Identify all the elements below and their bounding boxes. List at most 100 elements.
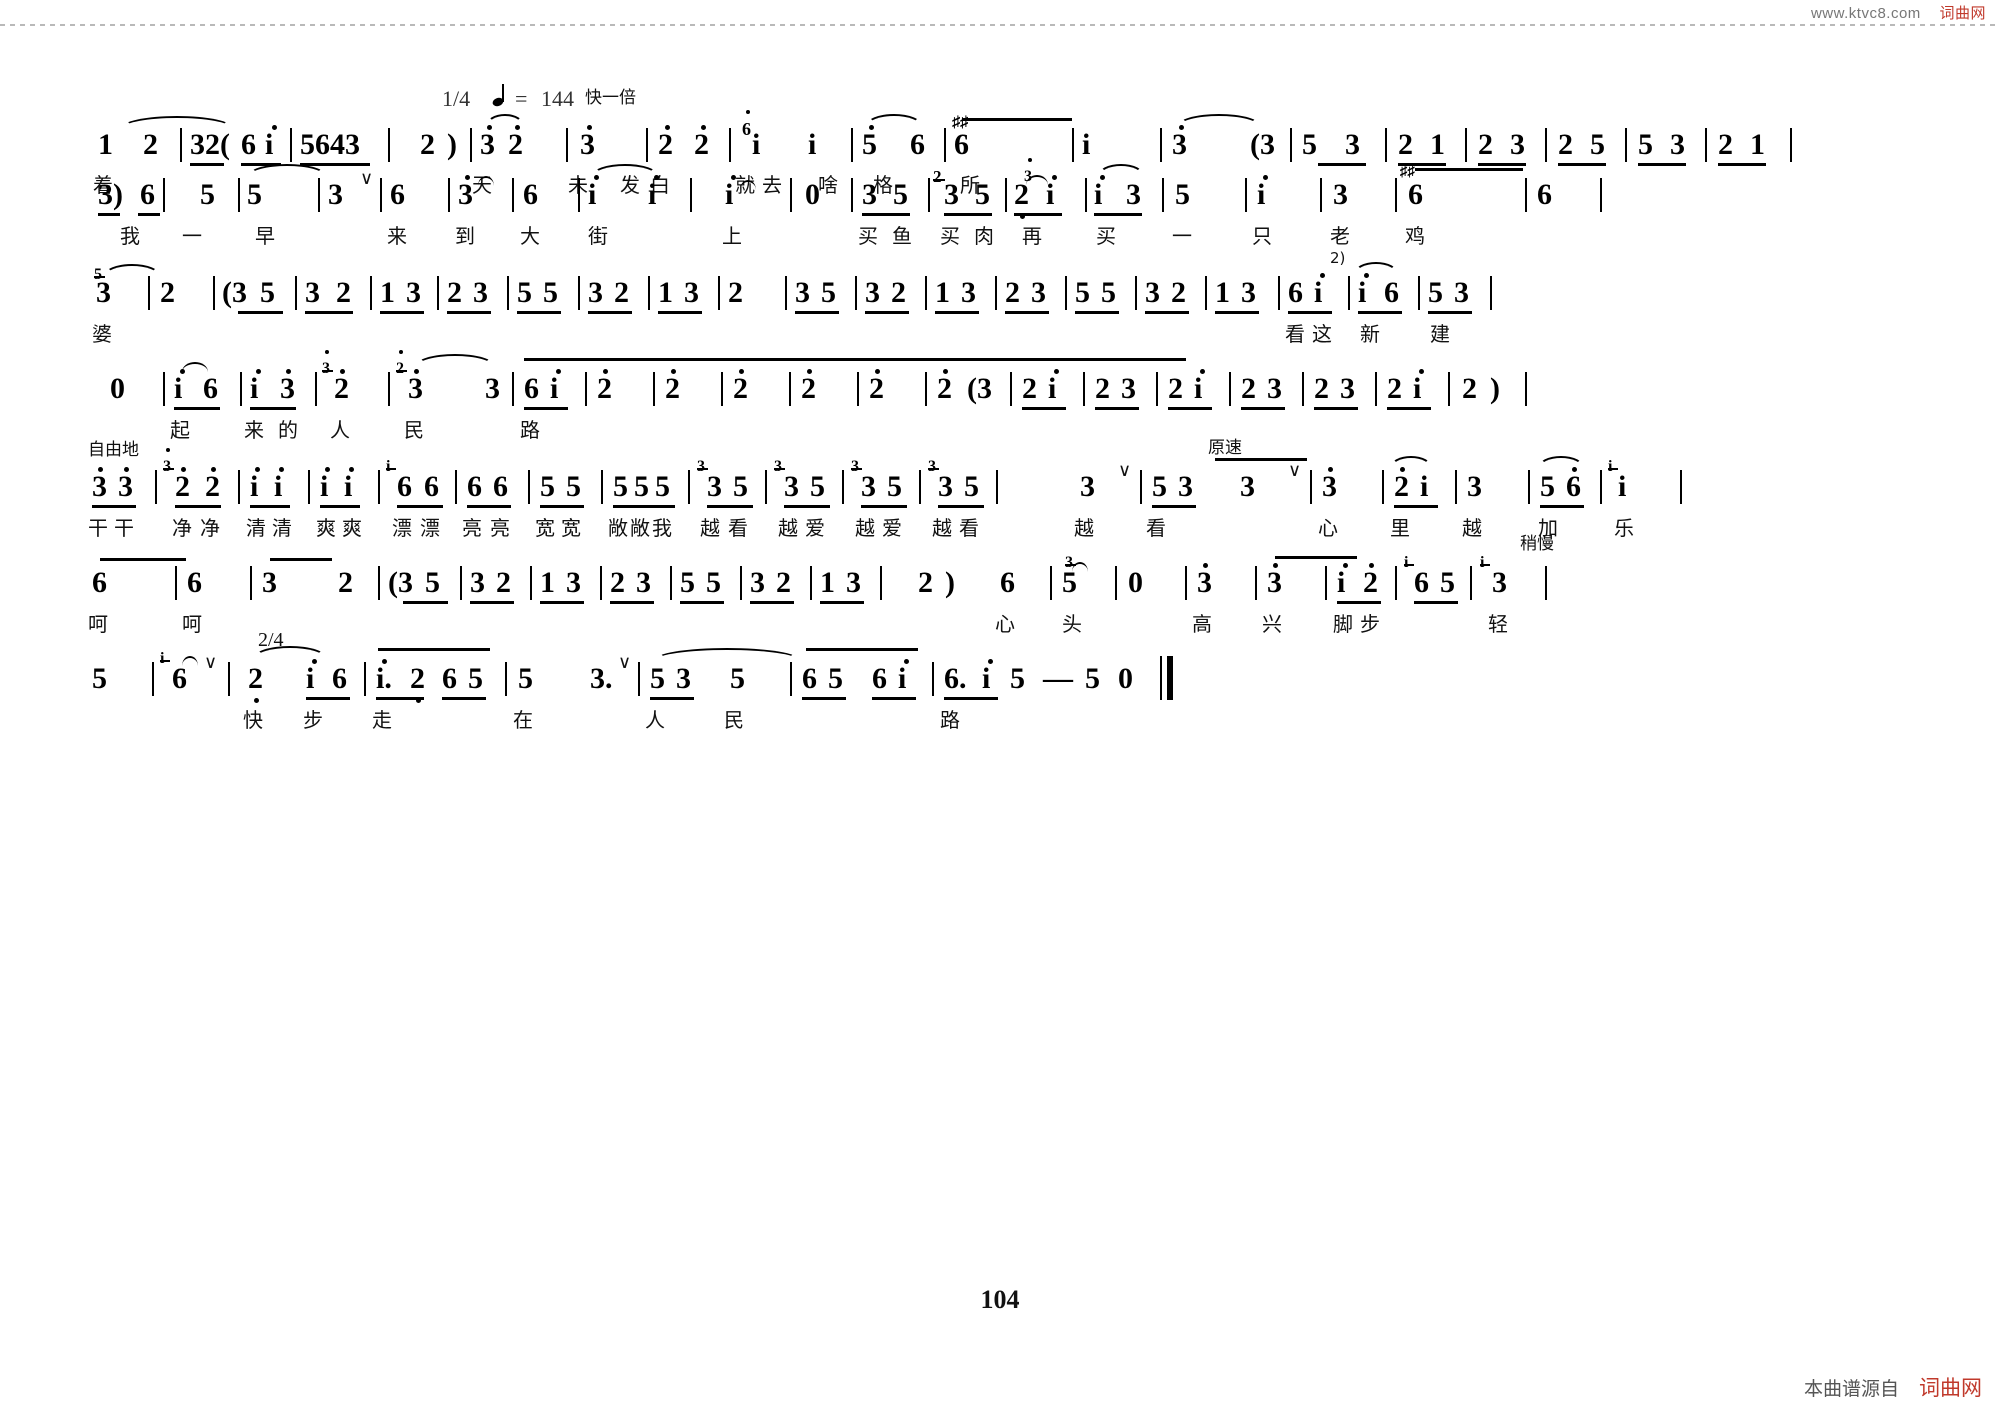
barline: [1490, 276, 1492, 310]
note: 5: [1175, 178, 1190, 211]
barline: [1528, 470, 1530, 504]
note: 2: [205, 470, 220, 503]
barline: [1115, 566, 1117, 600]
octave-dot-up: [279, 467, 284, 472]
octave-dot-up: [340, 369, 345, 374]
barline: [932, 662, 934, 696]
note: 3: [588, 276, 603, 309]
note: 3: [938, 470, 953, 503]
note: 5: [730, 662, 745, 695]
beam-underline: [540, 505, 584, 508]
note: 5: [566, 470, 581, 503]
note: i: [250, 470, 259, 503]
grace-note: i: [1404, 554, 1409, 571]
barline: [995, 276, 997, 310]
note: i: [898, 662, 907, 695]
note: 3: [865, 276, 880, 309]
note: 2: [776, 566, 791, 599]
horizontal-beam: [1275, 556, 1357, 559]
tie: [655, 648, 799, 662]
barline: [740, 566, 742, 600]
barline: [455, 470, 457, 504]
note: 1: [935, 276, 950, 309]
beam-underline: [1152, 505, 1196, 508]
note: 3: [1121, 372, 1136, 405]
note: 5: [1428, 276, 1443, 309]
tie: [416, 354, 494, 368]
beam-underline: [1168, 407, 1212, 410]
barline: [1348, 276, 1350, 310]
beam-underline: [820, 601, 864, 604]
barline: [1310, 470, 1312, 504]
note: 3: [1267, 372, 1282, 405]
octave-dot-up: [1203, 563, 1208, 568]
note: 2: [248, 662, 263, 695]
beam-underline: [938, 505, 984, 508]
note: (3: [222, 276, 247, 309]
octave-dot-up: [1320, 273, 1325, 278]
note: 3: [795, 276, 810, 309]
note: 6: [1384, 276, 1399, 309]
grace-note: 2: [396, 360, 404, 377]
beam-underline: [610, 601, 654, 604]
barline: [648, 276, 650, 310]
octave-dot-up: [807, 369, 812, 374]
octave-dot-up: [1052, 175, 1057, 180]
note: 3: [1333, 178, 1348, 211]
page-number: 104: [980, 1285, 1020, 1314]
tie: [254, 646, 326, 660]
note: 3: [1241, 276, 1256, 309]
beam-underline: [750, 601, 794, 604]
note: ): [945, 566, 955, 599]
barline: [1229, 372, 1231, 406]
grace-underline: [1608, 468, 1618, 470]
note: 2: [1462, 372, 1477, 405]
barline: [785, 276, 787, 310]
tie: [248, 164, 326, 178]
note: 3: [707, 470, 722, 503]
staff-row-3: 5 3 2 (3 5 3 2 1 3 2 3 5 5 3 2 1 3 2 3 5…: [0, 236, 2000, 344]
barline: [810, 566, 812, 600]
barline: [880, 566, 882, 600]
barline: [1600, 470, 1602, 504]
note: 3: [862, 178, 877, 211]
barline: [578, 276, 580, 310]
beam-underline: [524, 407, 568, 410]
octave-dot-up: [943, 369, 948, 374]
note: 5: [468, 662, 483, 695]
note: 3: [1267, 566, 1282, 599]
octave-dot-up: [325, 467, 330, 472]
beam-underline: [467, 505, 511, 508]
lyric: 步: [303, 708, 323, 732]
beam-underline: [1428, 311, 1472, 314]
barline: [1135, 276, 1137, 310]
barline: [857, 372, 859, 406]
octave-dot-up: [556, 369, 561, 374]
barline: [1255, 566, 1257, 600]
barline: [240, 372, 242, 406]
note: 3: [846, 566, 861, 599]
grace-note: 3: [163, 458, 171, 475]
note: 6: [1000, 566, 1015, 599]
beam-underline: [397, 505, 443, 508]
note: 5: [543, 276, 558, 309]
note: 5: [540, 470, 555, 503]
note: 3: [944, 178, 959, 211]
note: 3: [784, 470, 799, 503]
tie: [486, 114, 524, 128]
expression-mark-original-tempo: 原速: [1208, 438, 1242, 458]
barline: [1395, 566, 1397, 600]
watermark-bottom-text: 本曲谱源自: [1803, 1378, 1899, 1400]
barline: [1185, 566, 1187, 600]
grace-note: 3: [851, 458, 859, 475]
tie: [1178, 114, 1260, 128]
beam-underline: [680, 601, 724, 604]
barline: [1600, 178, 1602, 212]
note: 3: [1031, 276, 1046, 309]
barline: [842, 470, 844, 504]
note: 1: [658, 276, 673, 309]
note: 5: [706, 566, 721, 599]
grace-note: 3: [697, 458, 705, 475]
octave-dot-up: [465, 175, 470, 180]
note: 6: [187, 566, 202, 599]
